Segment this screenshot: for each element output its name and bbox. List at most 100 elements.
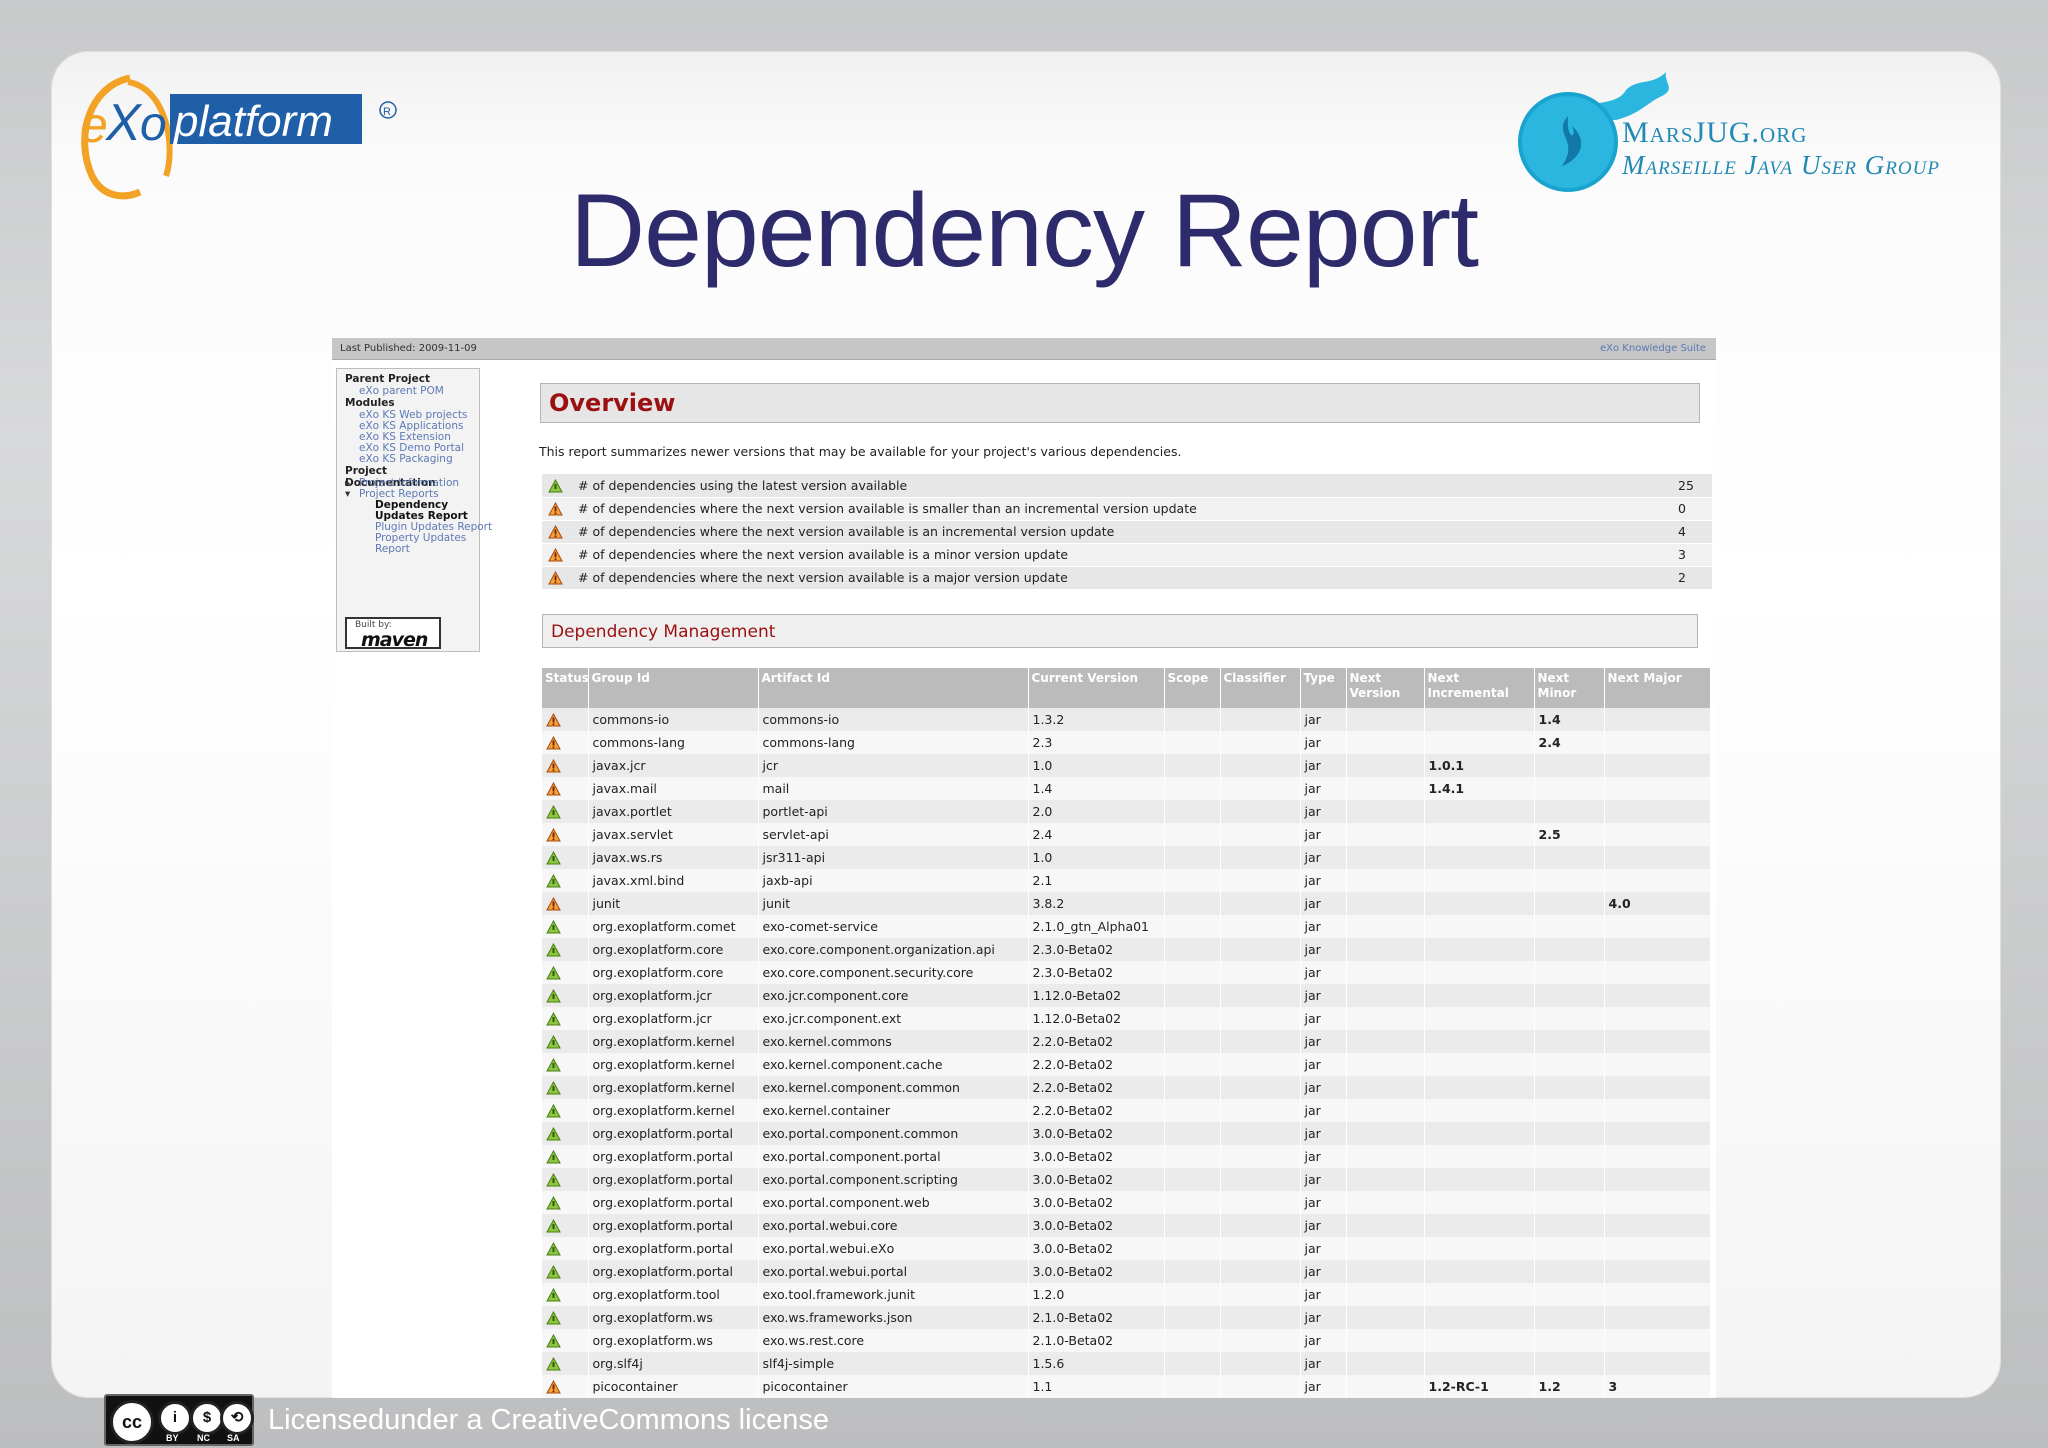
next-version-cell [1346,1237,1425,1260]
table-row: org.exoplatform.portal exo.portal.compone… [542,1145,1711,1168]
status-ok-icon [546,1058,561,1072]
creative-commons-badge[interactable]: cc i $ ⟲ BY NC SA [104,1394,254,1446]
next-incremental-cell [1424,1352,1535,1375]
artifact-id-cell: exo.kernel.component.common [758,1076,1029,1099]
next-minor-cell [1534,869,1605,892]
maven-badge[interactable]: Built by: maven [345,617,441,651]
sidebar-link-property-updates-2[interactable]: Report [375,543,410,555]
status-ok-icon [546,1311,561,1325]
status-cell [542,846,589,869]
top-link[interactable]: eXo Knowledge Suite [1600,343,1706,354]
next-incremental-cell [1424,892,1535,915]
next-major-cell [1604,915,1711,938]
current-version-cell: 3.0.0-Beta02 [1028,1168,1165,1191]
status-ok-icon [546,1265,561,1279]
scope-cell [1164,1283,1221,1306]
svg-text:platform: platform [172,97,333,146]
type-cell: jar [1300,1076,1347,1099]
next-minor-cell [1534,1007,1605,1030]
column-header[interactable]: Next Version [1346,668,1425,708]
table-row: org.exoplatform.portal exo.portal.compone… [542,1122,1711,1145]
next-minor-cell [1534,1076,1605,1099]
current-version-cell: 2.1.0_gtn_Alpha01 [1028,915,1165,938]
scope-cell [1164,777,1221,800]
status-cell [542,869,589,892]
status-ok-icon [546,920,561,934]
group-id-cell: org.exoplatform.portal [588,1122,759,1145]
column-header[interactable]: Type [1300,668,1347,708]
classifier-cell [1220,1099,1301,1122]
classifier-cell [1220,938,1301,961]
summary-description: This report summarizes newer versions th… [539,444,1182,459]
next-minor-cell [1534,846,1605,869]
status-cell [542,1306,589,1329]
summary-label: # of dependencies where the next version… [572,566,1672,590]
sidebar-module[interactable]: eXo KS Packaging [359,453,453,465]
scope-cell [1164,1375,1221,1398]
status-cell [542,1122,589,1145]
classifier-cell [1220,1214,1301,1237]
summary-label: # of dependencies where the next version… [572,497,1672,521]
column-header[interactable]: Scope [1164,668,1221,708]
group-id-cell: org.exoplatform.portal [588,1260,759,1283]
column-header[interactable]: Classifier [1220,668,1301,708]
type-cell: jar [1300,961,1347,984]
status-ok-icon [546,1127,561,1141]
svg-text:e: e [80,97,108,153]
summary-label: # of dependencies where the next version… [572,543,1672,567]
next-major-cell [1604,1099,1711,1122]
column-header[interactable]: Next Incremental [1424,668,1535,708]
status-cell [542,1214,589,1237]
table-row: org.exoplatform.jcr exo.jcr.component.ext… [542,1007,1711,1030]
column-header[interactable]: Next Minor [1534,668,1605,708]
next-minor-cell [1534,892,1605,915]
classifier-cell [1220,1329,1301,1352]
next-version-cell [1346,892,1425,915]
scope-cell [1164,1168,1221,1191]
scope-cell [1164,961,1221,984]
scope-cell [1164,1122,1221,1145]
svg-text:R: R [383,106,391,118]
next-incremental-cell [1424,1030,1535,1053]
artifact-id-cell: jsr311-api [758,846,1029,869]
summary-count: 4 [1672,520,1712,544]
scope-cell [1164,823,1221,846]
group-id-cell: org.exoplatform.portal [588,1145,759,1168]
next-incremental-cell [1424,823,1535,846]
group-id-cell: picocontainer [588,1375,759,1398]
sidebar-link-parent[interactable]: eXo parent POM [359,385,444,397]
scope-cell [1164,1329,1221,1352]
group-id-cell: org.exoplatform.comet [588,915,759,938]
last-published: Last Published: 2009-11-09 [340,343,477,354]
scope-cell [1164,846,1221,869]
svg-text:X: X [105,94,143,152]
status-cell [542,754,589,777]
column-header[interactable]: Group Id [588,668,759,708]
classifier-cell [1220,823,1301,846]
next-major-cell [1604,1352,1711,1375]
current-version-cell: 2.3.0-Beta02 [1028,961,1165,984]
classifier-cell [1220,892,1301,915]
column-header[interactable]: Status [542,668,589,708]
status-warning-icon [548,571,563,585]
type-cell: jar [1300,1352,1347,1375]
column-header[interactable]: Artifact Id [758,668,1029,708]
column-header[interactable]: Next Major [1604,668,1711,708]
svg-text:o: o [140,98,167,151]
artifact-id-cell: exo.kernel.component.cache [758,1053,1029,1076]
summary-count: 0 [1672,497,1712,521]
column-header[interactable]: Current Version [1028,668,1165,708]
maven-logo-text: maven [361,629,428,651]
table-row: javax.xml.bind jaxb-api 2.1 jar [542,869,1711,892]
group-id-cell: javax.servlet [588,823,759,846]
classifier-cell [1220,1030,1301,1053]
next-minor-cell [1534,1237,1605,1260]
current-version-cell: 1.5.6 [1028,1352,1165,1375]
collapse-arrow-icon: ▾ [345,488,351,500]
current-version-cell: 1.0 [1028,846,1165,869]
scope-cell [1164,1214,1221,1237]
current-version-cell: 2.2.0-Beta02 [1028,1030,1165,1053]
status-cell [542,731,589,754]
classifier-cell [1220,846,1301,869]
table-row: picocontainer picocontainer 1.1 jar 1.2-RC-1… [542,1375,1711,1398]
